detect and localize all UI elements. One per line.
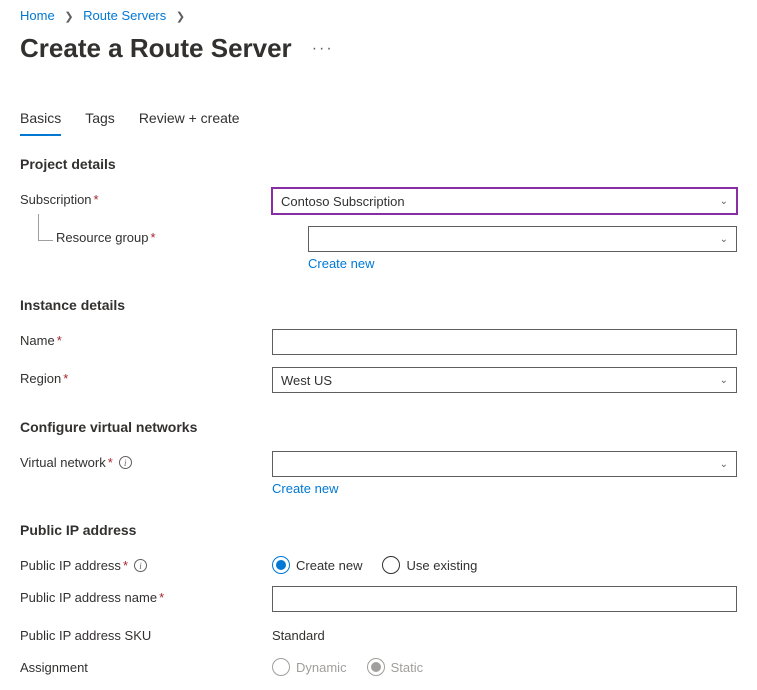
breadcrumb: Home ❯ Route Servers ❯ <box>0 0 757 27</box>
chevron-down-icon: ⌄ <box>720 234 728 245</box>
label-resource-group: Resource group* <box>56 226 308 245</box>
public-ip-name-input[interactable] <box>272 586 737 612</box>
label-virtual-network: Virtual network* i <box>20 451 272 470</box>
radio-create-new[interactable]: Create new <box>272 556 362 574</box>
radio-use-existing[interactable]: Use existing <box>382 556 477 574</box>
radio-icon <box>382 556 400 574</box>
breadcrumb-home[interactable]: Home <box>20 8 55 23</box>
assignment-radio-group: Dynamic Static <box>272 656 737 676</box>
section-configure-vnet: Configure virtual networks <box>0 399 757 445</box>
label-public-ip-address: Public IP address* i <box>20 554 272 573</box>
chevron-down-icon: ⌄ <box>720 375 728 386</box>
name-input[interactable] <box>272 329 737 355</box>
virtual-network-create-new-link[interactable]: Create new <box>272 481 338 496</box>
tab-basics[interactable]: Basics <box>20 104 61 136</box>
section-project-details: Project details <box>0 136 757 182</box>
chevron-down-icon: ⌄ <box>720 459 728 470</box>
radio-icon <box>272 556 290 574</box>
breadcrumb-route-servers[interactable]: Route Servers <box>83 8 166 23</box>
tab-review-create[interactable]: Review + create <box>139 104 240 136</box>
chevron-right-icon: ❯ <box>176 11 185 23</box>
virtual-network-select[interactable]: ⌄ <box>272 451 737 477</box>
info-icon[interactable]: i <box>119 456 132 469</box>
label-name: Name* <box>20 329 272 348</box>
title-bar: Create a Route Server ··· <box>0 27 757 74</box>
tabs: Basics Tags Review + create <box>0 74 757 136</box>
region-select[interactable]: West US ⌄ <box>272 367 737 393</box>
label-assignment: Assignment <box>20 656 272 675</box>
resource-group-create-new-link[interactable]: Create new <box>308 256 374 271</box>
tab-tags[interactable]: Tags <box>85 104 115 136</box>
radio-icon <box>367 658 385 676</box>
info-icon[interactable]: i <box>134 559 147 572</box>
subscription-select[interactable]: Contoso Subscription ⌄ <box>272 188 737 214</box>
chevron-down-icon: ⌄ <box>720 196 728 207</box>
label-public-ip-name: Public IP address name* <box>20 586 272 605</box>
section-public-ip: Public IP address <box>0 502 757 548</box>
radio-static: Static <box>367 658 424 676</box>
label-region: Region* <box>20 367 272 386</box>
radio-dynamic: Dynamic <box>272 658 347 676</box>
public-ip-radio-group: Create new Use existing <box>272 554 737 574</box>
label-public-ip-sku: Public IP address SKU <box>20 624 272 643</box>
radio-icon <box>272 658 290 676</box>
more-actions-button[interactable]: ··· <box>308 36 338 62</box>
resource-group-select[interactable]: ⌄ <box>308 226 737 252</box>
section-instance-details: Instance details <box>0 277 757 323</box>
chevron-right-icon: ❯ <box>64 11 73 23</box>
page-title: Create a Route Server <box>20 33 292 64</box>
public-ip-sku-value: Standard <box>272 624 737 643</box>
label-subscription: Subscription* <box>20 188 272 207</box>
